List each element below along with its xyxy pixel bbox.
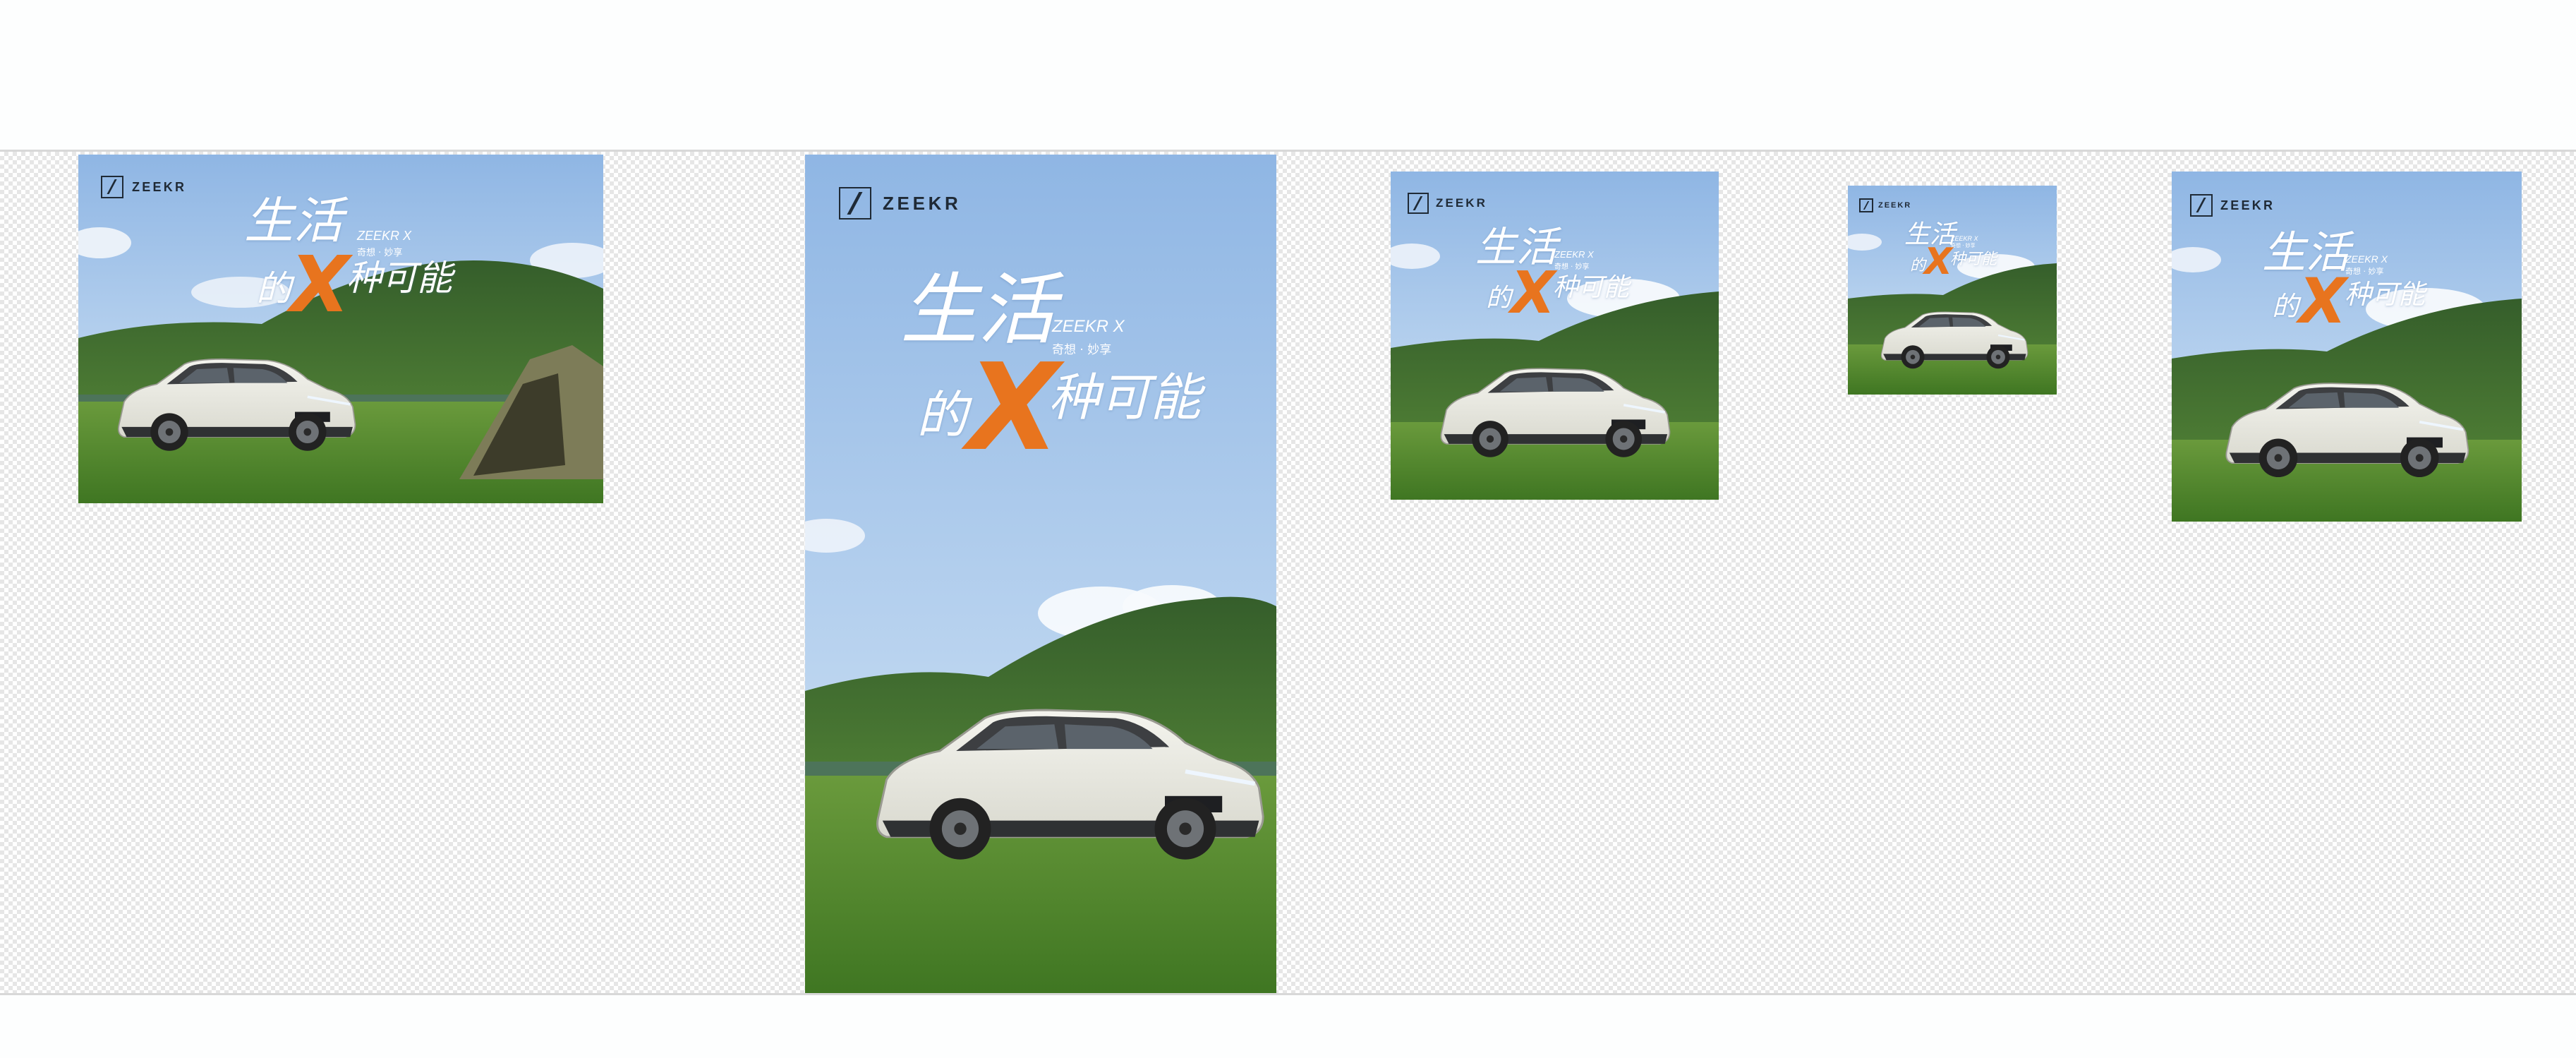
headline-x: X <box>2299 265 2347 337</box>
headline-x: X <box>1924 241 1953 283</box>
headline: 生活 的 X 种可能 <box>2172 172 2522 522</box>
top-toolbar-area <box>0 0 2576 150</box>
headline-x: X <box>1511 260 1556 327</box>
subtitle-tagline: 奇想 · 妙享 <box>2345 267 2384 276</box>
subtitle-model: ZEEKR X <box>2345 253 2388 265</box>
headline: 生活 的 X 种可能 <box>1848 186 2057 395</box>
headline-de: 的 <box>917 385 968 445</box>
poster-square-alt[interactable]: ZEEKR 生活 的 X 种可能 ZEEKR X 奇想 · 妙享 <box>2172 172 2522 522</box>
headline-rest: 种可能 <box>1553 273 1630 302</box>
headline: 生活 的 X 种可能 <box>78 155 603 503</box>
subtitle-model: ZEEKR X <box>1554 249 1594 260</box>
subtitle-tagline: 奇想 · 妙享 <box>357 248 403 258</box>
subtitle-model: ZEEKR X <box>1951 235 1978 242</box>
subtitle-tagline: 奇想 · 妙享 <box>1554 263 1590 271</box>
subtitle-tagline: 奇想 · 妙享 <box>1951 243 1976 248</box>
headline-de: 的 <box>1486 284 1512 313</box>
poster-square-large[interactable]: ZEEKR 生活 的 X 种可能 ZEEKR X 奇想 · 妙享 <box>1391 172 1719 500</box>
headline-rest: 种可能 <box>1048 368 1202 427</box>
headline-rest: 种可能 <box>2345 279 2426 310</box>
subtitle-model: ZEEKR X <box>357 229 412 243</box>
headline: 生活 的 X 种可能 <box>1391 172 1719 500</box>
headline-x: X <box>290 239 350 330</box>
headline-de: 的 <box>256 268 291 309</box>
bottom-area <box>0 995 2576 1058</box>
subtitle-tagline: 奇想 · 妙享 <box>1052 343 1112 357</box>
poster-landscape[interactable]: ZEEKR 生活 的 X 种可能 ZEEKR X 奇想 · 妙享 <box>78 155 603 503</box>
subtitle-model: ZEEKR X <box>1052 317 1125 336</box>
poster-vertical[interactable]: ZEEKR 生活 的 X 种可能 ZEEKR X 奇想 · 妙享 <box>805 155 1276 993</box>
headline: 生活 的 X 种可能 <box>805 155 1276 993</box>
headline-x: X <box>967 338 1060 478</box>
headline-rest: 种可能 <box>1950 251 1997 268</box>
headline-de: 的 <box>2272 291 2299 322</box>
poster-square-small[interactable]: ZEEKR 生活 的 X 种可能 ZEEKR X 奇想 · 妙享 <box>1848 186 2057 395</box>
headline-de: 的 <box>1910 257 1926 275</box>
